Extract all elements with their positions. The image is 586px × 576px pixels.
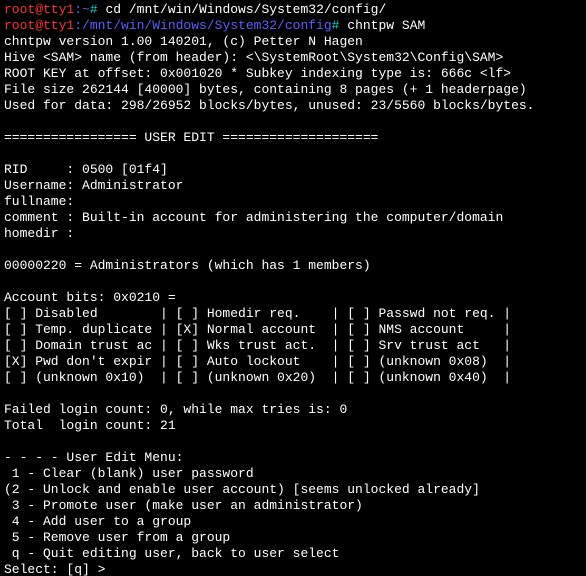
prompt-user: root@tty1	[4, 2, 74, 17]
output-used: Used for data: 298/26952 blocks/bytes, u…	[4, 98, 535, 113]
output-comment: comment : Built-in account for administe…	[4, 210, 503, 225]
prompt-path: :/mnt/win/Windows/System32/config	[74, 18, 331, 33]
prompt-path: :~	[74, 2, 90, 17]
menu-item-q: q - Quit editing user, back to user sele…	[4, 546, 339, 561]
output-username: Username: Administrator	[4, 178, 183, 193]
prompt-hash: #	[332, 18, 348, 33]
prompt-line-2: root@tty1:/mnt/win/Windows/System32/conf…	[4, 18, 425, 33]
command-cd: cd /mnt/win/Windows/System32/config/	[105, 2, 386, 17]
output-total-login: Total login count: 21	[4, 418, 176, 433]
command-chntpw: chntpw SAM	[347, 18, 425, 33]
output-fullname: fullname:	[4, 194, 74, 209]
output-group: 00000220 = Administrators (which has 1 m…	[4, 258, 371, 273]
prompt-user: root@tty1	[4, 18, 74, 33]
prompt-line-1: root@tty1:~# cd /mnt/win/Windows/System3…	[4, 2, 386, 17]
output-flags-row: [ ] Temp. duplicate | [X] Normal account…	[4, 322, 511, 337]
menu-item-2: (2 - Unlock and enable user account) [se…	[4, 482, 480, 497]
terminal-window: root@tty1:~# cd /mnt/win/Windows/System3…	[0, 0, 586, 576]
output-user-edit-header: ================= USER EDIT ============…	[4, 130, 378, 145]
output-flags-row: [X] Pwd don't expir | [ ] Auto lockout |…	[4, 354, 511, 369]
menu-item-1: 1 - Clear (blank) user password	[4, 466, 254, 481]
output-homedir: homedir :	[4, 226, 74, 241]
menu-item-5: 5 - Remove user from a group	[4, 530, 230, 545]
output-flags-row: [ ] Disabled | [ ] Homedir req. | [ ] Pa…	[4, 306, 511, 321]
menu-header: - - - - User Edit Menu:	[4, 450, 183, 465]
output-rootkey: ROOT KEY at offset: 0x001020 * Subkey in…	[4, 66, 511, 81]
output-filesize: File size 262144 [40000] bytes, containi…	[4, 82, 527, 97]
prompt-hash: #	[90, 2, 106, 17]
menu-item-3: 3 - Promote user (make user an administr…	[4, 498, 363, 513]
output-failed-login: Failed login count: 0, while max tries i…	[4, 402, 347, 417]
menu-item-4: 4 - Add user to a group	[4, 514, 191, 529]
output-version: chntpw version 1.00 140201, (c) Petter N…	[4, 34, 363, 49]
select-prompt[interactable]: Select: [q] >	[4, 562, 113, 576]
output-flags-row: [ ] (unknown 0x10) | [ ] (unknown 0x20) …	[4, 370, 511, 385]
output-rid: RID : 0500 [01f4]	[4, 162, 168, 177]
output-account-bits: Account bits: 0x0210 =	[4, 290, 176, 305]
output-flags-row: [ ] Domain trust ac | [ ] Wks trust act.…	[4, 338, 511, 353]
output-hive: Hive <SAM> name (from header): <\SystemR…	[4, 50, 503, 65]
